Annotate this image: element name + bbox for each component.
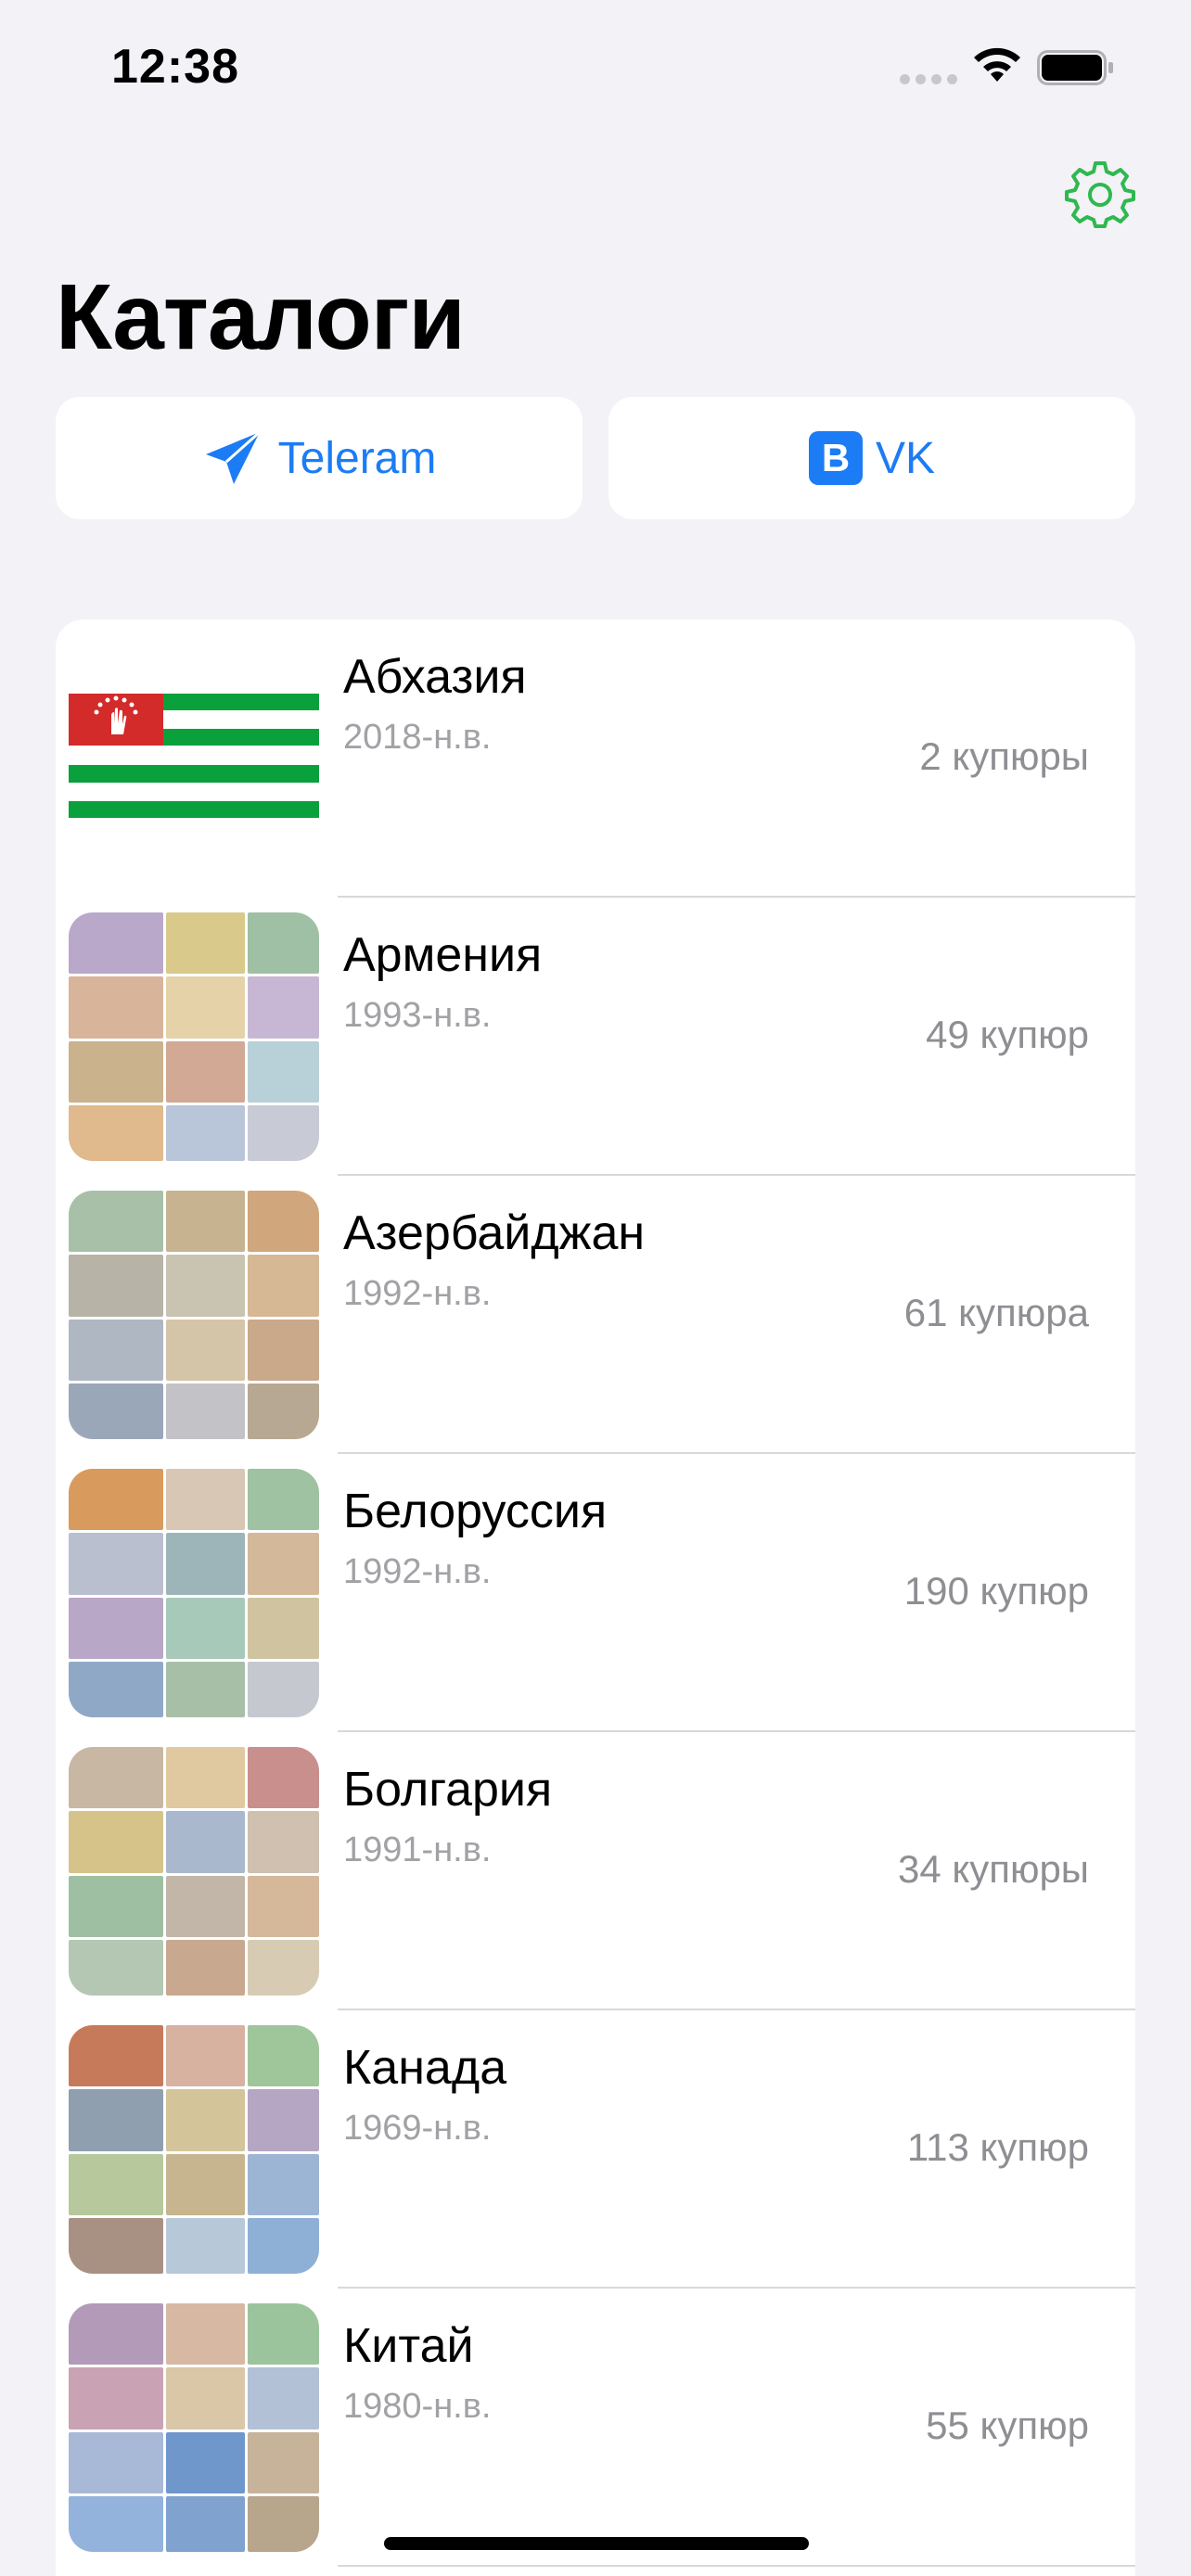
- catalog-row-canada[interactable]: Канада 1969-н.в. 113 купюр: [56, 2010, 1135, 2289]
- catalog-count: 61 купюра: [903, 1291, 1089, 1334]
- catalog-count: 49 купюр: [926, 1013, 1089, 1056]
- catalog-count: 55 купюр: [926, 2404, 1089, 2447]
- catalog-years: 1993-н.в.: [343, 996, 492, 1035]
- telegram-button[interactable]: Teleram: [56, 397, 583, 519]
- catalog-years: 1969-н.в.: [343, 2109, 492, 2148]
- divider: [338, 2565, 1135, 2567]
- catalog-years: 1980-н.в.: [343, 2387, 492, 2426]
- wifi-icon: [974, 47, 1020, 82]
- catalog-name: Китай: [343, 2319, 474, 2373]
- telegram-label: Teleram: [277, 433, 437, 483]
- status-time: 12:38: [111, 40, 239, 94]
- vk-icon: B: [808, 431, 863, 485]
- home-indicator[interactable]: [384, 2537, 809, 2550]
- banknote-collage-image: [69, 2303, 319, 2552]
- cellular-signal-icon: [900, 74, 957, 84]
- catalog-count: 2 купюры: [919, 734, 1089, 778]
- catalog-years: 1992-н.в.: [343, 1274, 492, 1313]
- battery-icon: [1037, 50, 1113, 85]
- catalog-years: 1991-н.в.: [343, 1830, 492, 1869]
- banknote-collage-image: [69, 912, 319, 1161]
- catalog-name: Армения: [343, 928, 543, 982]
- catalog-count: 34 купюры: [897, 1847, 1089, 1891]
- page-title: Каталоги: [56, 265, 466, 369]
- banknote-collage-image: [69, 1191, 319, 1439]
- vk-label: VK: [875, 433, 936, 483]
- catalog-row-armenia[interactable]: Армения 1993-н.в. 49 купюр: [56, 898, 1135, 1176]
- catalog-count: 113 купюр: [906, 2125, 1089, 2169]
- catalog-row-abkhazia[interactable]: Абхазия 2018-н.в. 2 купюры: [56, 619, 1135, 898]
- catalog-years: 2018-н.в.: [343, 718, 492, 757]
- catalog-row-azerbaijan[interactable]: Азербайджан 1992-н.в. 61 купюра: [56, 1176, 1135, 1454]
- settings-gear-icon[interactable]: [1065, 159, 1135, 230]
- paper-plane-icon: [205, 430, 261, 484]
- catalog-name: Болгария: [343, 1763, 553, 1817]
- catalog-row-belarus[interactable]: Белоруссия 1992-н.в. 190 купюр: [56, 1454, 1135, 1732]
- abkhazia-flag-image: [69, 694, 319, 818]
- vk-button[interactable]: B VK: [608, 397, 1135, 519]
- banknote-collage-image: [69, 2025, 319, 2274]
- catalog-row-bulgaria[interactable]: Болгария 1991-н.в. 34 купюры: [56, 1732, 1135, 2010]
- catalog-name: Белоруссия: [343, 1485, 608, 1538]
- banknote-collage-image: [69, 1747, 319, 1996]
- status-bar: 12:38: [0, 0, 1191, 130]
- catalog-name: Азербайджан: [343, 1206, 646, 1260]
- banknote-collage-image: [69, 1469, 319, 1717]
- catalog-list: Абхазия 2018-н.в. 2 купюры Армения 1993-…: [56, 619, 1135, 2576]
- catalog-row-china[interactable]: Китай 1980-н.в. 55 купюр: [56, 2289, 1135, 2567]
- catalog-name: Канада: [343, 2041, 507, 2095]
- catalog-name: Абхазия: [343, 650, 527, 704]
- catalog-years: 1992-н.в.: [343, 1552, 492, 1591]
- catalog-count: 190 купюр: [903, 1569, 1089, 1613]
